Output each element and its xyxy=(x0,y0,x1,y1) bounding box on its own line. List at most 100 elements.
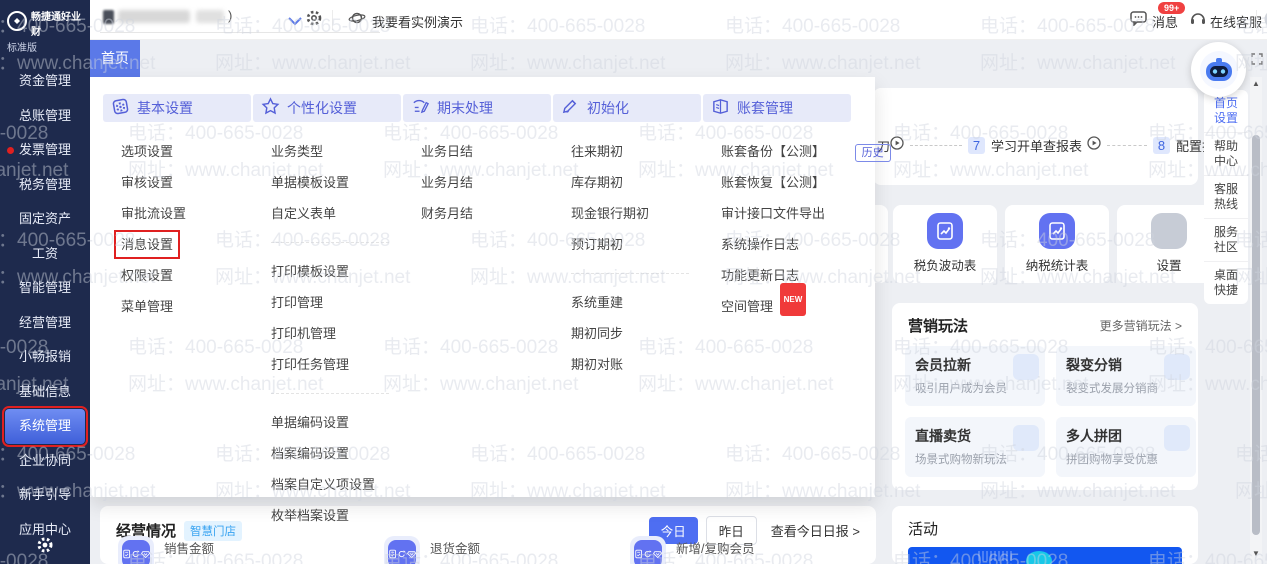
menu-item[interactable] xyxy=(271,242,389,243)
scroll-up-icon[interactable]: ▲ xyxy=(1250,79,1262,88)
marketing-item[interactable]: 多人拼团 拼团购物享受优惠 xyxy=(1056,417,1196,477)
marketing-item-title: 裂变分销 xyxy=(1066,357,1122,373)
sidebar-item[interactable]: 工资 xyxy=(0,237,90,272)
marketing-item[interactable]: 会员拉新 吸引用户成为会员 xyxy=(905,346,1045,406)
menu-item[interactable]: 审计接口文件导出 xyxy=(703,198,851,229)
step-label[interactable]: 学习开单查报表 xyxy=(991,136,1082,155)
fullscreen-icon[interactable] xyxy=(1251,52,1263,70)
chevron-down-icon[interactable] xyxy=(288,13,302,31)
headset-icon[interactable] xyxy=(1190,11,1206,31)
menu-item[interactable]: 打印机管理 xyxy=(253,318,401,349)
menu-item[interactable]: 菜单管理 xyxy=(103,291,251,322)
scrollbar-thumb[interactable] xyxy=(1252,135,1260,535)
quick-app-card[interactable]: 税负波动表 xyxy=(893,205,997,283)
menu-item[interactable]: 往来期初 xyxy=(553,136,701,167)
stat-icon-halo xyxy=(118,536,154,564)
sidebar-item[interactable]: 资金管理 xyxy=(0,64,90,99)
sidebar-item[interactable]: 税务管理 xyxy=(0,168,90,203)
menu-item[interactable]: 期初对账 xyxy=(553,349,701,380)
rail-item[interactable]: 首页 设置 xyxy=(1204,90,1248,132)
sidebar-item[interactable]: 企业协同 xyxy=(0,444,90,479)
rail-item-line2: 社区 xyxy=(1213,240,1238,254)
history-button[interactable]: 历史 xyxy=(854,144,891,162)
period-end-pen-icon xyxy=(411,97,430,119)
menu-item[interactable]: 功能更新日志 xyxy=(703,260,851,291)
company-selector[interactable]: ) xyxy=(100,6,380,33)
menu-item-label: 自定义表单 xyxy=(271,206,337,221)
sidebar-item[interactable]: 基础信息 xyxy=(0,375,90,410)
sidebar-item[interactable]: 经营管理 xyxy=(0,306,90,341)
scrollbar-track[interactable] xyxy=(1250,77,1262,564)
marketing-more-link[interactable]: 更多营销玩法 > xyxy=(1100,317,1182,334)
menu-item-label: 往来期初 xyxy=(571,144,624,159)
menu-item-label: 单据编码设置 xyxy=(271,415,350,430)
menu-item[interactable]: 审核设置 xyxy=(103,167,251,198)
scroll-down-icon[interactable]: ▼ xyxy=(1250,549,1262,558)
marketing-title: 营销玩法 xyxy=(908,318,969,335)
menu-item[interactable]: 打印任务管理 xyxy=(253,349,401,380)
menu-item[interactable] xyxy=(571,273,689,274)
gear-icon[interactable] xyxy=(305,9,323,32)
company-name-redacted xyxy=(118,10,190,23)
assistant-robot-avatar[interactable] xyxy=(1191,42,1246,97)
stat-icon xyxy=(122,540,150,564)
marketing-item-title: 会员拉新 xyxy=(915,357,971,373)
menu-item[interactable]: 档案自定义项设置 xyxy=(253,469,401,500)
sidebar-item[interactable]: 小畅报销 xyxy=(0,340,90,375)
menu-item[interactable]: 期初同步 xyxy=(553,318,701,349)
tab-home[interactable]: 首页 xyxy=(90,40,140,77)
menu-item[interactable]: 账套备份【公测】 历史 xyxy=(703,136,891,167)
menu-item-label: 审批流设置 xyxy=(121,206,187,221)
online-support-link[interactable]: 在线客服 xyxy=(1210,12,1262,31)
activity-banner[interactable] xyxy=(908,547,1182,564)
menu-item[interactable]: 选项设置 xyxy=(103,136,251,167)
menu-item[interactable]: 账套恢复【公测】 xyxy=(703,167,851,198)
menu-item-label: 打印模板设置 xyxy=(271,264,350,279)
menu-item[interactable]: 库存期初 xyxy=(553,167,701,198)
menu-item[interactable]: 单据模板设置 xyxy=(253,167,401,198)
messages-count-badge: 99+ xyxy=(1158,2,1186,14)
sidebar-item[interactable]: 发票管理 xyxy=(0,133,90,168)
menu-item[interactable]: 业务类型 xyxy=(253,136,401,167)
menu-item[interactable] xyxy=(271,393,389,394)
menu-item[interactable]: 枚举档案设置 xyxy=(253,500,401,531)
menu-item[interactable]: 财务月结 xyxy=(403,198,551,229)
rail-item[interactable]: 客服 热线 xyxy=(1204,175,1248,218)
menu-item[interactable]: 系统重建 xyxy=(553,287,701,318)
sidebar-item-label: 固定资产 xyxy=(18,211,71,226)
menu-item[interactable]: 单据编码设置 xyxy=(253,407,401,438)
menu-item[interactable]: 系统操作日志 xyxy=(703,229,851,260)
sidebar-item[interactable]: 新手引导 xyxy=(0,478,90,513)
menu-item[interactable]: 权限设置 xyxy=(103,260,251,291)
demo-link[interactable]: 我要看实例演示 xyxy=(372,12,463,31)
play-icon[interactable] xyxy=(890,136,904,155)
sidebar-item[interactable]: 智能管理 xyxy=(0,271,90,306)
menu-item[interactable]: 空间管理 NEW xyxy=(703,283,851,322)
messages-link[interactable]: 消息 xyxy=(1152,12,1178,31)
menu-item[interactable]: 打印管理 xyxy=(253,287,401,318)
rail-item[interactable]: 桌面 快捷 xyxy=(1204,261,1248,304)
quick-app-card[interactable]: 纳税统计表 xyxy=(1005,205,1109,283)
rail-item[interactable]: 服务 社区 xyxy=(1204,218,1248,261)
sidebar-item[interactable]: 系统管理 xyxy=(2,406,88,447)
menu-item[interactable]: 自定义表单 xyxy=(253,198,401,229)
menu-item[interactable]: 打印模板设置 xyxy=(253,256,401,287)
sidebar-item[interactable]: 总账管理 xyxy=(0,99,90,134)
menu-item[interactable]: 现金银行期初 xyxy=(553,198,701,229)
marketing-item[interactable]: 裂变分销 裂变式发展分销商 xyxy=(1056,346,1196,406)
menu-item[interactable]: 消息设置 xyxy=(103,229,251,260)
sidebar-settings-gear-icon[interactable] xyxy=(36,536,54,559)
menu-item[interactable]: 业务日结 xyxy=(403,136,551,167)
step-number: 7 xyxy=(968,137,986,154)
marketing-item[interactable]: 直播卖货 场景式购物新玩法 xyxy=(905,417,1045,477)
daily-report-link[interactable]: 查看今日日报 > xyxy=(771,521,860,540)
play-icon[interactable] xyxy=(1087,136,1101,155)
sidebar-item[interactable]: 固定资产 xyxy=(0,202,90,237)
message-bubble-icon[interactable] xyxy=(1130,11,1147,31)
menu-item[interactable]: 预订期初 xyxy=(553,229,701,260)
menu-item[interactable]: 档案编码设置 xyxy=(253,438,401,469)
marketing-item-desc: 裂变式发展分销商 xyxy=(1066,383,1158,395)
rail-item[interactable]: 帮助 中心 xyxy=(1204,132,1248,175)
menu-item[interactable]: 审批流设置 xyxy=(103,198,251,229)
menu-item[interactable]: 业务月结 xyxy=(403,167,551,198)
